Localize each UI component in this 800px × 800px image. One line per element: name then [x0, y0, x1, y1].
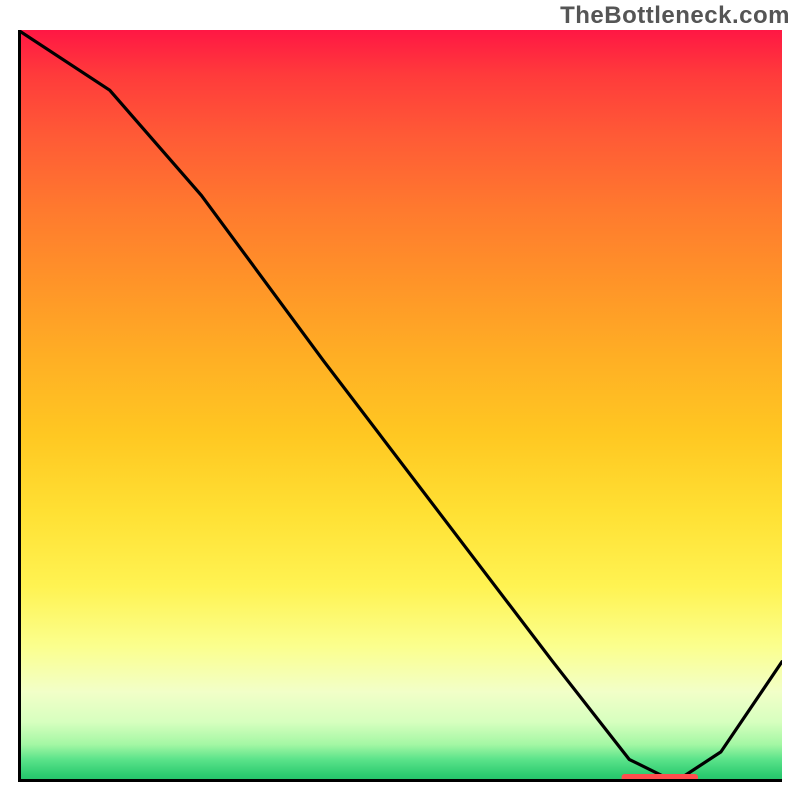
- line-chart-svg: [18, 30, 782, 782]
- plot-area: [18, 30, 782, 782]
- chart-container: TheBottleneck.com: [0, 0, 800, 800]
- optimal-range-marker: [622, 774, 698, 781]
- bottleneck-curve-path: [18, 30, 782, 782]
- watermark-text: TheBottleneck.com: [560, 2, 790, 30]
